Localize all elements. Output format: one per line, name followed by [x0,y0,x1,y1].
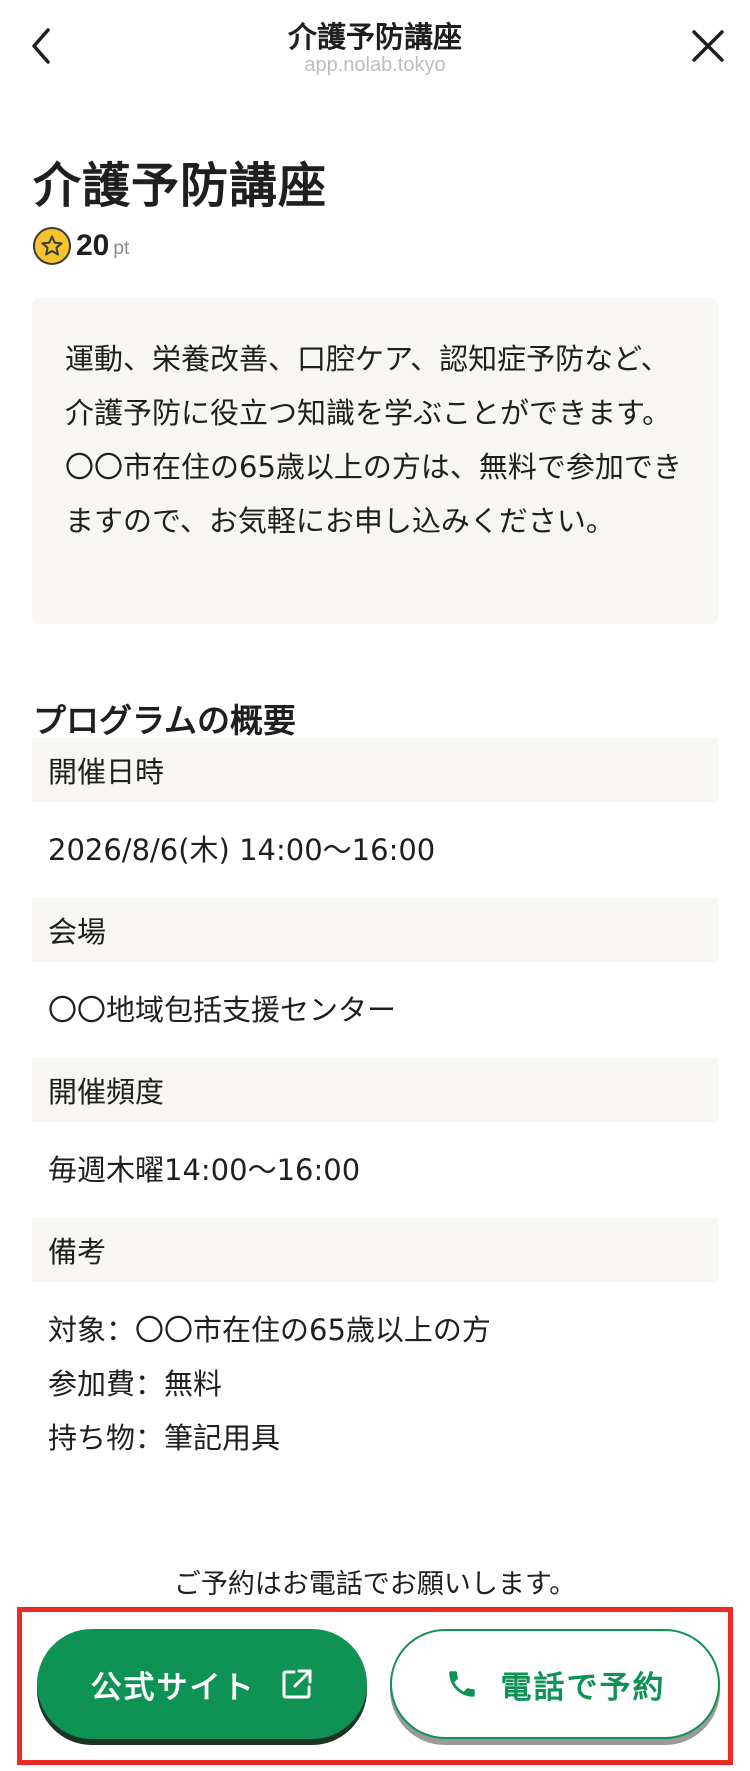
description-box: 運動、栄養改善、口腔ケア、認知症予防など、介護予防に役立つ知識を学ぶことができま… [32,298,718,624]
row-value-frequency: 毎週木曜14:00〜16:00 [48,1153,361,1187]
row-value-venue: 〇〇地域包括支援センター [48,993,397,1027]
row-value-notes-fee: 参加費：無料 [48,1367,223,1401]
row-value-notes-target: 対象：〇〇市在住の65歳以上の方 [48,1313,491,1347]
star-icon [33,227,71,265]
close-button[interactable] [688,26,728,66]
phone-reserve-button[interactable]: 電話で予約 [390,1629,720,1739]
description-text: 運動、栄養改善、口腔ケア、認知症予防など、介護予防に役立つ知識を学ぶことができま… [65,342,682,538]
official-site-label: 公式サイト [90,1669,256,1706]
page-title: 介護予防講座 [33,158,328,214]
overview-title: プログラムの概要 [33,701,297,740]
cta-highlight: 公式サイト 電話で予約 [17,1607,733,1765]
top-bar: 介護予防講座 app.nolab.tokyo [0,0,750,96]
row-label-datetime: 開催日時 [32,738,718,802]
row-label-notes: 備考 [32,1218,718,1282]
points-value: 20 [76,229,110,262]
phone-icon [445,1667,479,1701]
row-label-venue: 会場 [32,898,718,962]
official-site-button[interactable]: 公式サイト [37,1629,367,1739]
phone-reserve-label: 電話で予約 [500,1669,666,1706]
row-value-notes-items: 持ち物：筆記用具 [48,1421,281,1455]
row-value-datetime: 2026/8/6(木) 14:00〜16:00 [48,833,436,867]
close-icon [692,30,724,62]
header-url: app.nolab.tokyo [304,54,446,76]
reservation-notice: ご予約はお電話でお願いします。 [173,1569,577,1600]
header-title: 介護予防講座 [287,20,462,54]
row-label-frequency: 開催頻度 [32,1058,718,1122]
points-unit: pt [113,238,130,259]
points-badge: 20 pt [33,226,129,266]
external-link-icon [280,1667,314,1701]
